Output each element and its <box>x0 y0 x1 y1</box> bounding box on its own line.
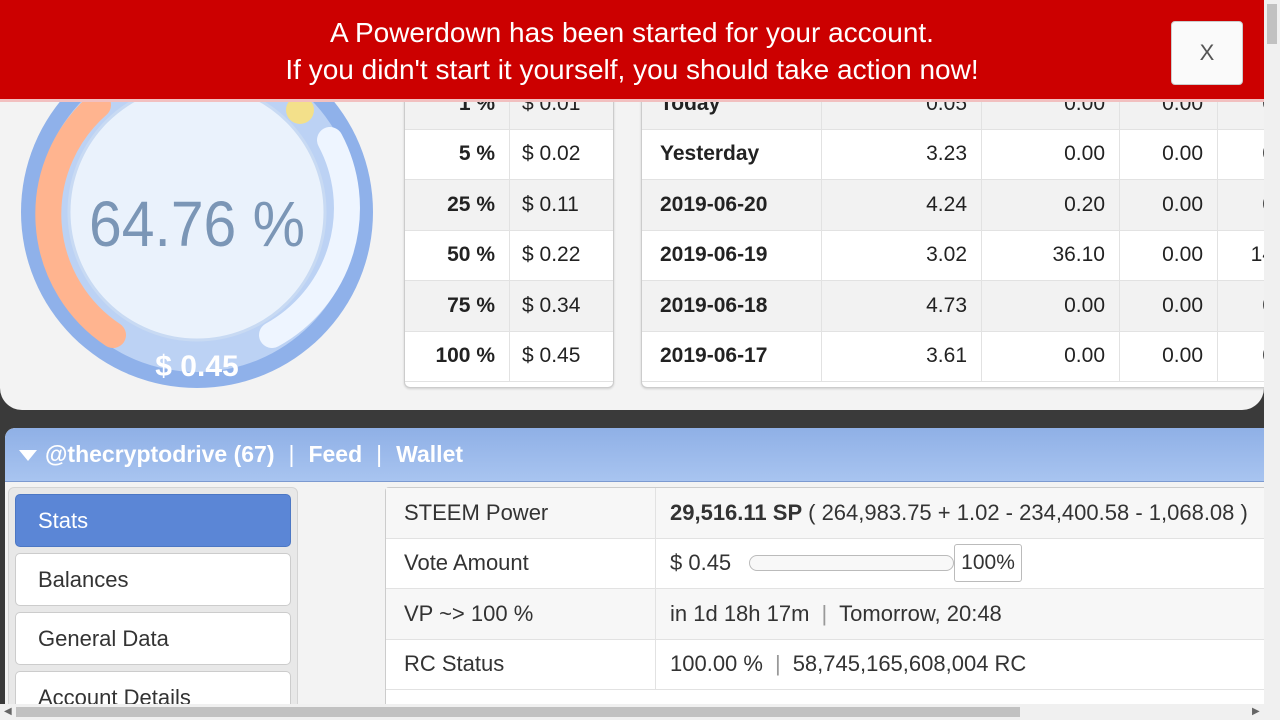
cell: 36.10 <box>982 230 1120 280</box>
table-row: 5 % $ 0.02 <box>405 129 613 180</box>
row-date: 2019-06-19 <box>642 230 822 280</box>
cell: 4.24 <box>822 180 982 230</box>
separator: | <box>821 600 828 626</box>
table-row: Vote Amount $ 0.45 100% <box>386 538 1267 589</box>
account-panel: @thecryptodrive (67) | Feed | Wallet Sta… <box>5 428 1267 720</box>
scroll-right-arrow-icon[interactable]: ▶ <box>1252 706 1260 717</box>
table-row: VP ~> 100 % in 1d 18h 17m | Tomorrow, 20:4… <box>386 589 1267 640</box>
gauge-percent: 64.76 % <box>89 189 305 261</box>
cell: 3.61 <box>822 331 982 381</box>
vp-time: in 1d 18h 17m <box>670 600 810 626</box>
table-row: 50 % $ 0.22 <box>405 230 613 281</box>
header-separator: | <box>376 441 383 467</box>
table-row: STEEM Power 29,516.11 SP( 264,983.75 + 1… <box>386 488 1267 539</box>
vote-pct: 100 % <box>405 331 510 381</box>
alert-close-button[interactable]: X <box>1171 21 1243 85</box>
cell: 0.00 <box>1120 180 1218 230</box>
powerdown-alert: A Powerdown has been started for your ac… <box>0 0 1264 102</box>
vote-amount-label: Vote Amount <box>386 538 656 588</box>
cell: 3.02 <box>822 230 982 280</box>
header-separator: | <box>288 441 295 467</box>
row-date: 2019-06-17 <box>642 331 822 381</box>
cell: 0.00 <box>1120 129 1218 179</box>
horizontal-scroll-thumb[interactable] <box>16 707 1020 717</box>
cell: 3.23 <box>822 129 982 179</box>
vote-amount: $ 0.02 <box>522 142 581 166</box>
table-row: 2019-06-19 3.02 36.10 0.00 14 <box>642 230 1280 281</box>
menu-item-balances[interactable]: Balances <box>15 553 291 606</box>
vote-amount: $ 0.11 <box>522 192 579 216</box>
collapse-triangle-icon[interactable] <box>19 450 37 461</box>
table-row: 75 % $ 0.34 <box>405 281 613 332</box>
vote-weight-slider[interactable] <box>749 555 955 572</box>
row-date: 2019-06-18 <box>642 281 822 331</box>
cell: 0.00 <box>982 129 1120 179</box>
account-header: @thecryptodrive (67) | Feed | Wallet <box>5 428 1267 482</box>
vertical-scrollbar[interactable] <box>1264 0 1280 704</box>
steem-power-label: STEEM Power <box>386 488 656 538</box>
vote-amount: $ 0.34 <box>522 293 581 317</box>
cell: 0.00 <box>1120 230 1218 280</box>
vote-pct: 50 % <box>405 230 510 280</box>
sp-detail: ( 264,983.75 + 1.02 - 234,400.58 - 1,068… <box>808 499 1248 525</box>
cell: 0.00 <box>982 331 1120 381</box>
rc-amount: 58,745,165,608,004 RC <box>792 651 1027 677</box>
cell: 0.00 <box>982 281 1120 331</box>
wallet-link[interactable]: Wallet <box>396 441 463 468</box>
cell: 4.73 <box>822 281 982 331</box>
stats-table: STEEM Power 29,516.11 SP( 264,983.75 + 1… <box>385 487 1267 720</box>
vote-pct: 5 % <box>405 129 510 179</box>
table-row: Yesterday3.230.000.000 <box>642 129 1280 180</box>
vertical-scroll-thumb[interactable] <box>1267 4 1277 44</box>
vp-label: VP ~> 100 % <box>386 589 656 639</box>
vote-pct: 25 % <box>405 180 510 230</box>
account-handle-link[interactable]: @thecryptodrive (67) <box>45 441 274 468</box>
separator: | <box>774 651 781 677</box>
vp-value: in 1d 18h 17m | Tomorrow, 20:48 <box>656 601 1267 627</box>
vote-amount: $ 0.45 <box>522 344 581 368</box>
table-row: 2019-06-173.610.000.000 <box>642 331 1280 382</box>
menu-item-general-data[interactable]: General Data <box>15 612 291 665</box>
horizontal-scrollbar[interactable]: ◀ ▶ <box>0 704 1280 720</box>
row-date: Yesterday <box>642 129 822 179</box>
table-row: RC Status 100.00 % | 58,745,165,608,004 RC <box>386 639 1267 690</box>
gauge-value: $ 0.45 <box>155 350 238 383</box>
cell: 0.20 <box>982 180 1120 230</box>
table-row: 100 % $ 0.45 <box>405 331 613 382</box>
steem-power-value: 29,516.11 SP( 264,983.75 + 1.02 - 234,40… <box>656 500 1267 526</box>
cell: 0.00 <box>1120 281 1218 331</box>
rc-status-value: 100.00 % | 58,745,165,608,004 RC <box>656 651 1267 677</box>
side-menu: Stats Balances General Data Account Deta… <box>8 487 298 720</box>
row-date: 2019-06-20 <box>642 180 822 230</box>
alert-line-1: A Powerdown has been started for your ac… <box>330 17 934 48</box>
daily-rewards-table: Today0.050.000.000 Yesterday3.230.000.00… <box>641 78 1280 388</box>
cell: 0.00 <box>1120 331 1218 381</box>
scroll-left-arrow-icon[interactable]: ◀ <box>4 706 12 717</box>
feed-link[interactable]: Feed <box>308 441 362 468</box>
vote-pct: 75 % <box>405 281 510 331</box>
table-row: 25 % $ 0.11 <box>405 180 613 231</box>
rc-pct: 100.00 % <box>670 651 763 677</box>
vote-amount: $ 0.45 <box>670 550 732 576</box>
table-row: 2019-06-204.240.200.000 <box>642 180 1280 231</box>
table-row: 2019-06-184.730.000.000 <box>642 281 1280 332</box>
vote-amount: $ 0.22 <box>522 243 581 267</box>
vote-amount-value: $ 0.45 100% <box>656 544 1267 583</box>
vote-value-table: 1 % $ 0.01 5 % $ 0.02 25 % $ 0.11 50 % $ 0.2… <box>404 78 614 388</box>
vote-weight-input[interactable]: 100% <box>954 544 1022 583</box>
alert-line-2: If you didn't start it yourself, you sho… <box>285 54 979 85</box>
rc-status-label: RC Status <box>386 639 656 689</box>
vp-when: Tomorrow, 20:48 <box>839 600 1002 626</box>
sp-total: 29,516.11 SP <box>670 499 803 525</box>
menu-item-stats[interactable]: Stats <box>15 494 291 547</box>
